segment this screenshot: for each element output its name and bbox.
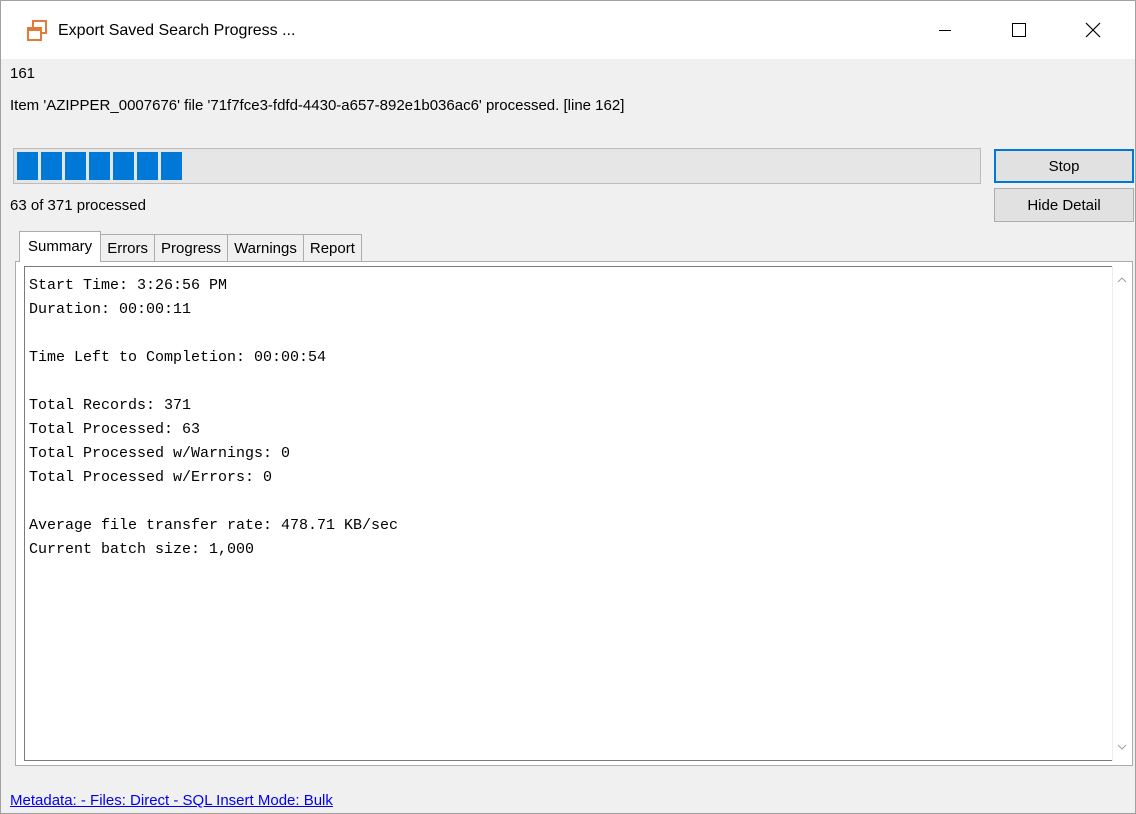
stop-button[interactable]: Stop xyxy=(994,149,1134,183)
summary-line: Duration: 00:00:11 xyxy=(29,301,192,318)
maximize-icon xyxy=(1012,23,1026,37)
progress-block xyxy=(17,152,38,180)
summary-line: Total Processed w/Warnings: 0 xyxy=(29,445,291,462)
progress-block xyxy=(137,152,158,180)
summary-line xyxy=(29,322,398,346)
close-icon xyxy=(1085,22,1101,38)
tab-warnings[interactable]: Warnings xyxy=(227,234,304,262)
summary-line: Total Records: 371 xyxy=(29,397,192,414)
summary-line: Current batch size: 1,000 xyxy=(29,541,255,558)
processed-count: 63 of 371 processed xyxy=(10,197,146,214)
summary-line: Time Left to Completion: 00:00:54 xyxy=(29,349,327,366)
summary-text: Start Time: 3:26:56 PM Duration: 00:00:11… xyxy=(29,274,398,562)
metadata-link[interactable]: Metadata: - Files: Direct - SQL Insert M… xyxy=(10,791,333,811)
summary-line: Total Processed w/Errors: 0 xyxy=(29,469,273,486)
summary-line xyxy=(29,370,398,394)
tab-report[interactable]: Report xyxy=(302,234,362,262)
progress-block xyxy=(161,152,182,180)
minimize-icon xyxy=(939,30,951,31)
tab-progress[interactable]: Progress xyxy=(154,234,229,262)
status-message: Item 'AZIPPER_0007676' file '71f7fce3-fd… xyxy=(10,97,625,114)
progress-block xyxy=(65,152,86,180)
tab-errors[interactable]: Errors xyxy=(100,234,156,262)
summary-line: Total Processed: 63 xyxy=(29,421,201,438)
window-title: Export Saved Search Progress ... xyxy=(58,22,296,39)
summary-text-area[interactable]: Start Time: 3:26:56 PM Duration: 00:00:11… xyxy=(24,266,1112,761)
maximize-button[interactable] xyxy=(990,1,1048,59)
hide-detail-button[interactable]: Hide Detail xyxy=(994,188,1134,222)
app-icon xyxy=(27,20,47,41)
progress-block xyxy=(89,152,110,180)
summary-line xyxy=(29,490,398,514)
progress-fill xyxy=(17,152,182,180)
current-line-number: 161 xyxy=(10,65,36,82)
progress-bar xyxy=(13,148,981,184)
scroll-up-icon[interactable] xyxy=(1116,274,1128,286)
tab-summary[interactable]: Summary xyxy=(19,231,102,262)
progress-block xyxy=(41,152,62,180)
vertical-scrollbar[interactable] xyxy=(1112,266,1130,761)
summary-line: Start Time: 3:26:56 PM xyxy=(29,277,228,294)
detail-tabs: Summary Errors Progress Warnings Report xyxy=(19,231,362,262)
close-button[interactable] xyxy=(1064,1,1122,59)
progress-block xyxy=(113,152,134,180)
minimize-button[interactable] xyxy=(916,1,974,59)
summary-line: Average file transfer rate: 478.71 KB/se… xyxy=(29,517,399,534)
scroll-down-icon[interactable] xyxy=(1116,741,1128,753)
title-bar[interactable]: Export Saved Search Progress ... xyxy=(1,1,1135,59)
summary-panel: Start Time: 3:26:56 PM Duration: 00:00:11… xyxy=(15,261,1133,766)
export-progress-window: Export Saved Search Progress ... 161 Ite… xyxy=(0,0,1136,814)
